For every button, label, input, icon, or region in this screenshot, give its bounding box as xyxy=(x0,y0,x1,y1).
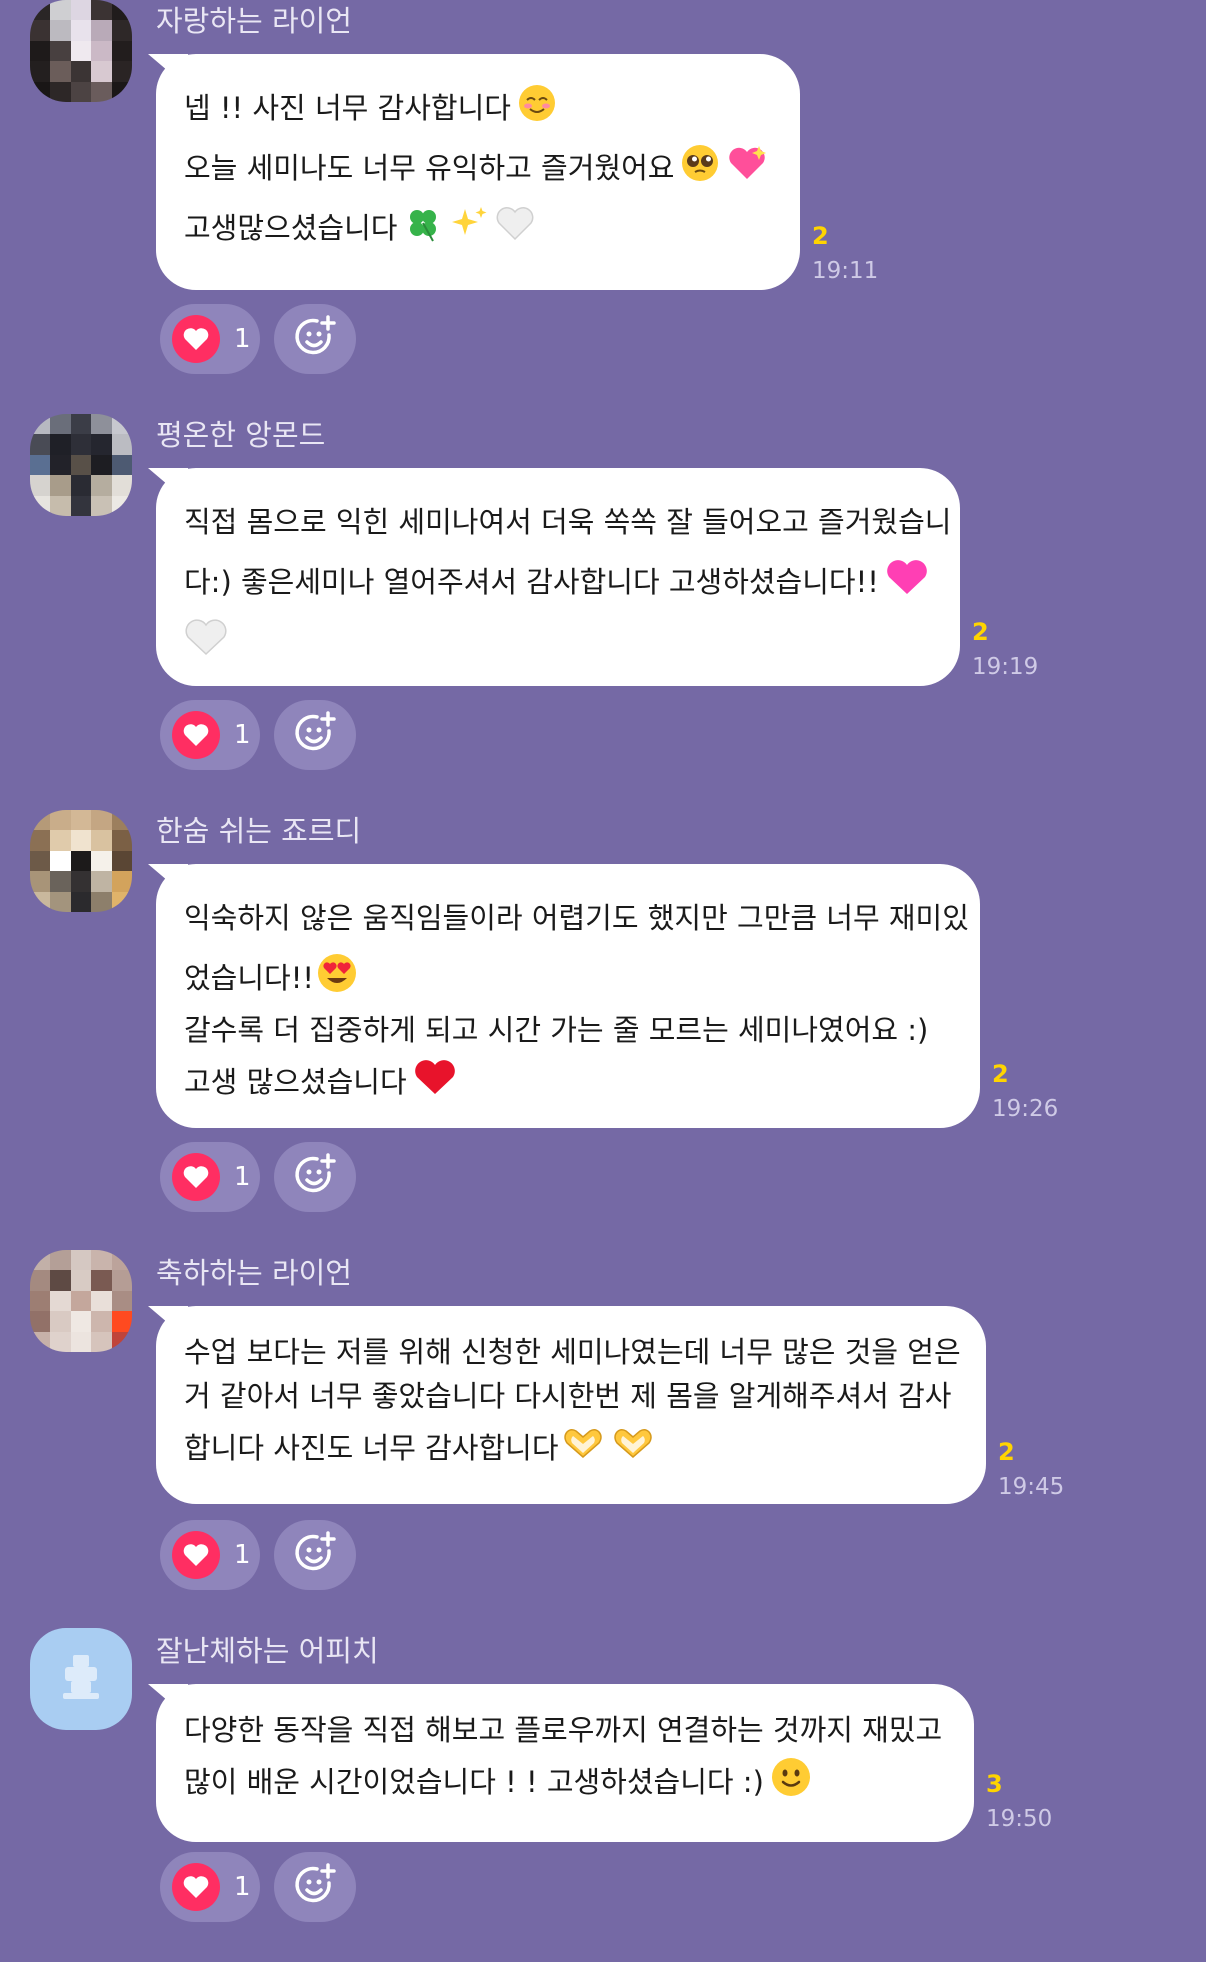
unread-count: 2 xyxy=(812,222,829,250)
message-line: 넵 !! 사진 너무 감사합니다 xyxy=(184,76,772,136)
heart-hands-emoji-icon xyxy=(561,1425,605,1468)
reaction-count: 1 xyxy=(234,1872,251,1902)
smiley-plus-icon xyxy=(291,1151,339,1203)
heart-hands-emoji-icon xyxy=(611,1425,655,1468)
reaction-count: 1 xyxy=(234,324,251,354)
message-line: 합니다 사진도 너무 감사합니다 xyxy=(184,1416,958,1476)
heart-icon xyxy=(172,1531,220,1579)
reaction-heart-button[interactable]: 1 xyxy=(160,1142,260,1212)
smiley-plus-icon xyxy=(291,1861,339,1913)
sender-name: 자랑하는 라이언 xyxy=(156,4,352,38)
message-bubble[interactable]: 다양한 동작을 직접 해보고 플로우까지 연결하는 것까지 재밌고 많이 배운 … xyxy=(156,1684,974,1842)
message-text: 수업 보다는 저를 위해 신청한 세미나였는데 너무 많은 것을 얻은 xyxy=(184,1335,961,1369)
heart-icon xyxy=(172,1153,220,1201)
avatar[interactable] xyxy=(30,1628,132,1730)
sender-name: 축하하는 라이언 xyxy=(156,1256,352,1290)
message-text: 다양한 동작을 직접 해보고 플로우까지 연결하는 것까지 재밌고 xyxy=(184,1713,943,1747)
add-reaction-button[interactable] xyxy=(274,1142,356,1212)
message-line: 오늘 세미나도 너무 유익하고 즐거웠어요 xyxy=(184,136,772,196)
white-heart-emoji-icon xyxy=(495,203,535,250)
timestamp: 19:45 xyxy=(998,1474,1065,1500)
message-text: 었습니다!! xyxy=(184,961,314,995)
message-line: 수업 보다는 저를 위해 신청한 세미나였는데 너무 많은 것을 얻은 xyxy=(184,1328,961,1372)
message-line: 익숙하지 않은 움직임들이라 어렵기도 했지만 그만큼 너무 재미있 xyxy=(184,886,969,946)
sender-name: 평온한 앙몬드 xyxy=(156,418,326,452)
profile-placeholder-icon xyxy=(51,1647,111,1711)
sparkles-emoji-icon xyxy=(449,203,489,250)
smiley-plus-icon xyxy=(291,709,339,761)
timestamp: 19:11 xyxy=(812,258,879,284)
smiling-blush-emoji-icon xyxy=(517,83,557,130)
message-bubble[interactable]: 익숙하지 않은 움직임들이라 어렵기도 했지만 그만큼 너무 재미있 었습니다!… xyxy=(156,864,980,1128)
heart-icon xyxy=(172,1863,220,1911)
pleading-face-emoji-icon xyxy=(680,143,720,190)
add-reaction-button[interactable] xyxy=(274,1852,356,1922)
reaction-count: 1 xyxy=(234,1162,251,1192)
heart-icon xyxy=(172,711,220,759)
smiley-plus-icon xyxy=(291,1529,339,1581)
message-text: 넵 !! 사진 너무 감사합니다 xyxy=(184,91,511,125)
sparkling-heart-emoji-icon xyxy=(726,143,768,190)
timestamp: 19:19 xyxy=(972,654,1039,680)
message-line: 거 같아서 너무 좋았습니다 다시한번 제 몸을 알게해주셔서 감사 xyxy=(184,1372,958,1416)
message-text: 고생 많으셨습니다 xyxy=(184,1065,407,1099)
message-line: 직접 몸으로 익힌 세미나여서 더욱 쏙쏙 잘 들어오고 즐거웠습니 xyxy=(184,490,951,550)
sender-name: 한숨 쉬는 죠르디 xyxy=(156,814,362,848)
unread-count: 2 xyxy=(972,618,989,646)
white-heart-emoji-icon xyxy=(184,616,228,665)
message-bubble[interactable]: 수업 보다는 저를 위해 신청한 세미나였는데 너무 많은 것을 얻은 거 같아… xyxy=(156,1306,986,1504)
timestamp: 19:26 xyxy=(992,1096,1059,1122)
avatar[interactable] xyxy=(30,810,132,912)
heart-icon xyxy=(172,315,220,363)
reaction-count: 1 xyxy=(234,1540,251,1570)
message-line: 다양한 동작을 직접 해보고 플로우까지 연결하는 것까지 재밌고 xyxy=(184,1706,946,1750)
reaction-heart-button[interactable]: 1 xyxy=(160,304,260,374)
avatar[interactable] xyxy=(30,1250,132,1352)
message-text: 갈수록 더 집중하게 되고 시간 가는 줄 모르는 세미나였어요 :) xyxy=(184,1013,929,1047)
heart-eyes-emoji-icon xyxy=(316,952,358,1001)
avatar[interactable] xyxy=(30,414,132,516)
message-line: 다:) 좋은세미나 열어주셔서 감사합니다 고생하셨습니다!! xyxy=(184,550,932,610)
timestamp: 19:50 xyxy=(986,1806,1053,1832)
sender-name: 잘난체하는 어피치 xyxy=(156,1634,379,1668)
message-text: 오늘 세미나도 너무 유익하고 즐거웠어요 xyxy=(184,151,675,185)
message-text: 고생많으셨습니다 xyxy=(184,211,398,245)
slightly-smiling-emoji-icon xyxy=(770,1756,812,1805)
add-reaction-button[interactable] xyxy=(274,700,356,770)
message-text: 직접 몸으로 익힌 세미나여서 더욱 쏙쏙 잘 들어오고 즐거웠습니 xyxy=(184,505,952,539)
reaction-heart-button[interactable]: 1 xyxy=(160,1520,260,1590)
smiley-plus-icon xyxy=(291,313,339,365)
message-line: 었습니다!! xyxy=(184,946,952,1006)
add-reaction-button[interactable] xyxy=(274,1520,356,1590)
message-bubble[interactable]: 넵 !! 사진 너무 감사합니다 오늘 세미나도 너무 유익하고 즐거웠어요 고… xyxy=(156,54,800,290)
message-text: 합니다 사진도 너무 감사합니다 xyxy=(184,1431,559,1465)
message-text: 거 같아서 너무 좋았습니다 다시한번 제 몸을 알게해주셔서 감사 xyxy=(184,1379,952,1413)
unread-count: 2 xyxy=(998,1438,1015,1466)
message-line: 고생많으셨습니다 xyxy=(184,196,772,256)
add-reaction-button[interactable] xyxy=(274,304,356,374)
reaction-heart-button[interactable]: 1 xyxy=(160,700,260,770)
unread-count: 2 xyxy=(992,1060,1009,1088)
message-text: 많이 배운 시간이었습니다 ! ! 고생하셨습니다 :) xyxy=(184,1765,764,1799)
message-text: 다:) 좋은세미나 열어주셔서 감사합니다 고생하셨습니다!! xyxy=(184,565,879,599)
message-line: 고생 많으셨습니다 xyxy=(184,1050,952,1110)
unread-count: 3 xyxy=(986,1770,1003,1798)
message-line: 많이 배운 시간이었습니다 ! ! 고생하셨습니다 :) xyxy=(184,1750,946,1810)
reaction-count: 1 xyxy=(234,720,251,750)
message-text: 익숙하지 않은 움직임들이라 어렵기도 했지만 그만큼 너무 재미있 xyxy=(184,901,969,935)
avatar[interactable] xyxy=(30,0,132,102)
pink-heart-emoji-icon xyxy=(885,556,929,605)
red-heart-emoji-icon xyxy=(413,1056,457,1105)
four-leaf-clover-emoji-icon xyxy=(403,203,443,250)
reaction-heart-button[interactable]: 1 xyxy=(160,1852,260,1922)
message-line xyxy=(184,610,932,670)
message-line: 갈수록 더 집중하게 되고 시간 가는 줄 모르는 세미나였어요 :) xyxy=(184,1006,952,1050)
message-bubble[interactable]: 직접 몸으로 익힌 세미나여서 더욱 쏙쏙 잘 들어오고 즐거웠습니 다:) 좋… xyxy=(156,468,960,686)
